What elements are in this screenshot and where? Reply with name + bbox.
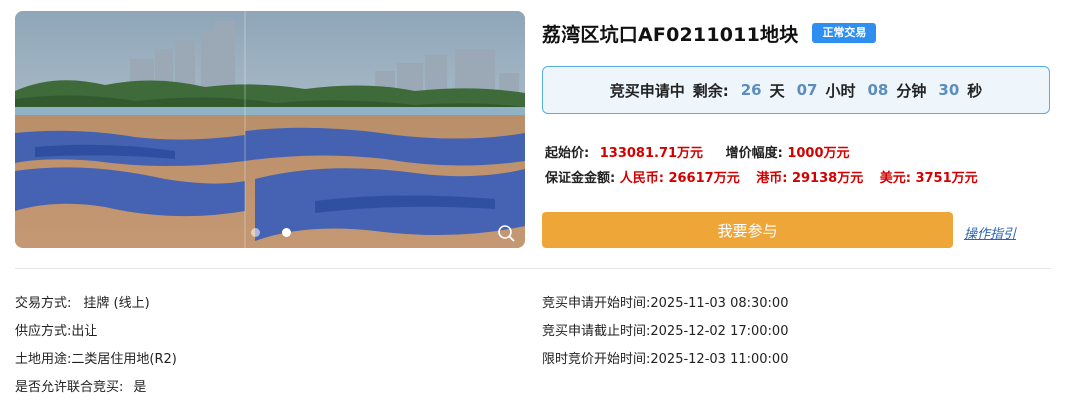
- increment-value: 1000万元: [787, 146, 850, 161]
- detail-value: 2025-12-02 17:00:00: [650, 324, 789, 339]
- detail-value: 二类居住用地(R2): [71, 352, 177, 367]
- price-row-deposit: 保证金金额: 人民币: 26617万元 港币: 29138万元 美元: 3751…: [545, 167, 978, 186]
- detail-value: 2025-11-03 08:30:00: [650, 296, 789, 311]
- countdown-hours: 07: [796, 81, 818, 99]
- days-unit: 天: [769, 81, 785, 100]
- countdown-minutes: 08: [867, 81, 889, 99]
- detail-value: 是: [133, 380, 147, 395]
- detail-bidding-start: 限时竞价开始时间:2025-12-03 11:00:00: [542, 348, 788, 367]
- gallery-pagination: [251, 228, 291, 237]
- detail-joint-bidding: 是否允许联合竞买: 是: [15, 376, 146, 395]
- gallery-dot-1[interactable]: [251, 228, 260, 237]
- start-price-label: 起始价:: [545, 146, 590, 161]
- detail-apply-start: 竞买申请开始时间:2025-11-03 08:30:00: [542, 292, 788, 311]
- land-site-photo: [15, 11, 525, 248]
- usd-value: 3751万元: [915, 171, 978, 186]
- hkd-label: 港币:: [756, 171, 788, 186]
- detail-supply-method: 供应方式:出让: [15, 320, 97, 339]
- remaining-label: 剩余:: [692, 81, 729, 100]
- detail-apply-end: 竞买申请截止时间:2025-12-02 17:00:00: [542, 320, 788, 339]
- detail-trade-method: 交易方式: 挂牌 (线上): [15, 292, 150, 311]
- detail-label: 竞买申请截止时间:: [542, 324, 651, 339]
- join-button[interactable]: 我要参与: [542, 212, 953, 248]
- usd-label: 美元:: [879, 171, 911, 186]
- detail-label: 土地用途:: [15, 352, 72, 367]
- countdown-seconds: 30: [938, 81, 960, 99]
- guide-link[interactable]: 操作指引: [964, 223, 1016, 242]
- detail-label: 是否允许联合竞买:: [15, 380, 124, 395]
- detail-value: 挂牌 (线上): [83, 296, 150, 311]
- title-row: 荔湾区坑口AF0211011地块 正常交易: [542, 18, 877, 48]
- deposit-label: 保证金金额:: [545, 171, 616, 186]
- price-row-start: 起始价: 133081.71万元 增价幅度: 1000万元: [545, 142, 850, 161]
- countdown-timer: 竞买申请中 剩余: 26 天 07 小时 08 分钟 30 秒: [542, 66, 1050, 114]
- divider: [15, 268, 1051, 269]
- hours-unit: 小时: [825, 81, 856, 100]
- detail-label: 交易方式:: [15, 296, 72, 311]
- gallery-dot-2[interactable]: [282, 228, 291, 237]
- hkd-value: 29138万元: [791, 171, 864, 186]
- increment-label: 增价幅度:: [725, 146, 783, 161]
- zoom-icon[interactable]: [497, 224, 515, 242]
- page-title: 荔湾区坑口AF0211011地块: [542, 23, 799, 46]
- countdown-days: 26: [740, 81, 762, 99]
- detail-value: 出让: [71, 324, 98, 339]
- minutes-unit: 分钟: [896, 81, 927, 100]
- detail-label: 竞买申请开始时间:: [542, 296, 651, 311]
- detail-label: 供应方式:: [15, 324, 72, 339]
- start-price-value: 133081.71万元: [599, 146, 704, 161]
- status-badge: 正常交易: [812, 23, 877, 43]
- auction-status: 竞买申请中: [609, 81, 685, 100]
- rmb-label: 人民币:: [619, 171, 664, 186]
- detail-land-use: 土地用途:二类居住用地(R2): [15, 348, 177, 367]
- detail-value: 2025-12-03 11:00:00: [650, 352, 789, 367]
- land-photo-gallery[interactable]: [15, 11, 525, 248]
- rmb-value: 26617万元: [668, 171, 740, 186]
- detail-label: 限时竞价开始时间:: [542, 352, 651, 367]
- seconds-unit: 秒: [967, 81, 983, 100]
